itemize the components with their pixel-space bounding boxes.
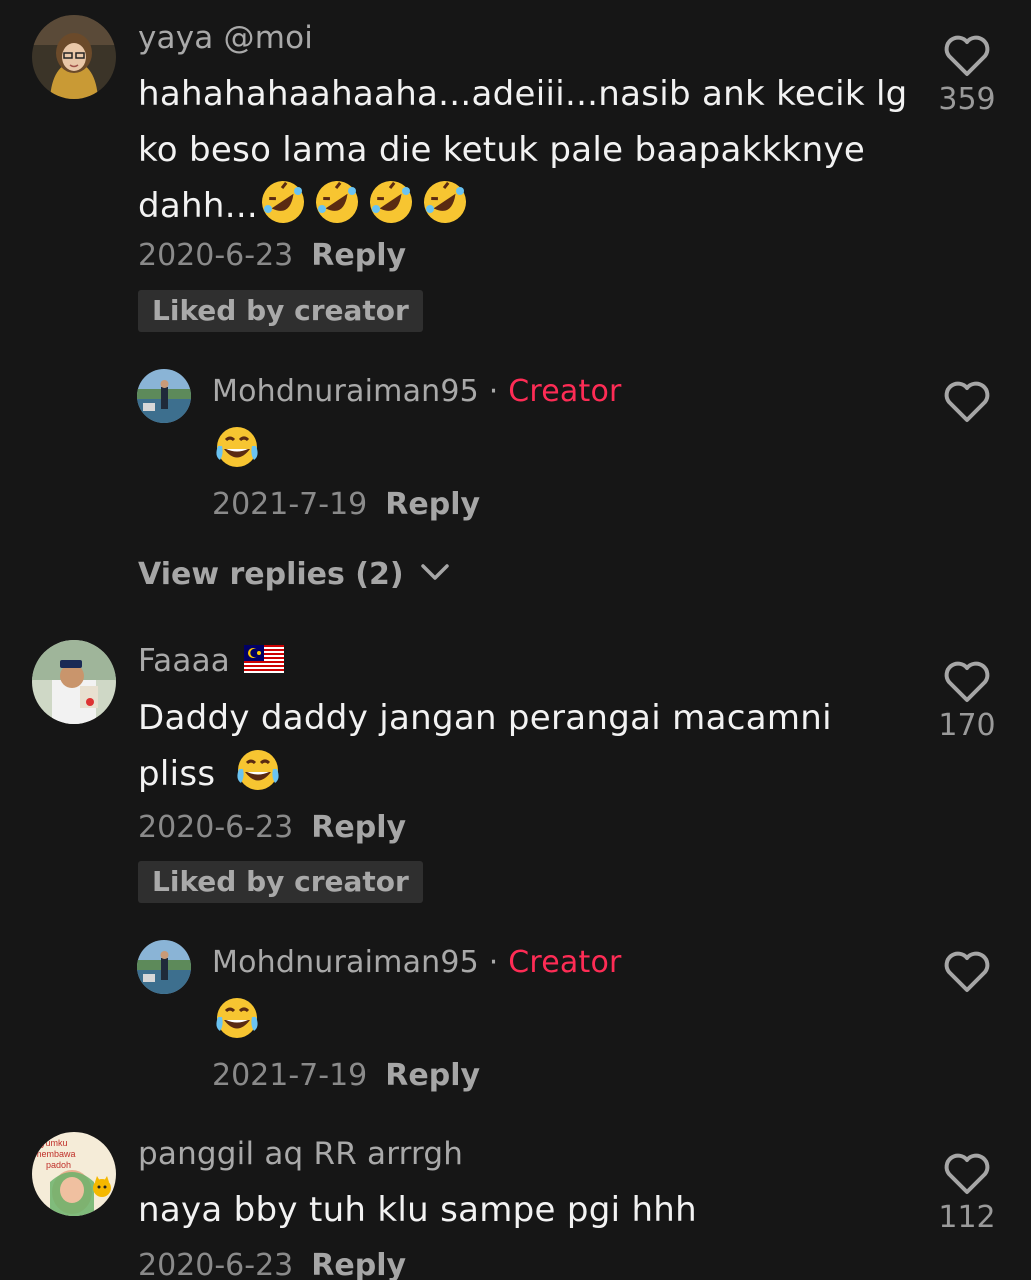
- reply-like-button[interactable]: [932, 380, 1002, 424]
- view-replies-button[interactable]: View replies (2): [138, 557, 450, 592]
- rolling-on-floor-laughing-emoji: [366, 179, 416, 242]
- reply-button[interactable]: Reply: [311, 1248, 406, 1280]
- reply-button[interactable]: Reply: [311, 238, 406, 273]
- like-count: 112: [938, 1200, 996, 1235]
- like-button[interactable]: 170: [932, 660, 1002, 743]
- comment-username[interactable]: panggil aq RR arrrgh: [138, 1136, 463, 1172]
- comment-username: Faaaa: [138, 643, 284, 681]
- reply-header: Mohdnuraiman95 · Creator: [212, 945, 622, 980]
- comment-text: Daddy daddy jangan perangai macamni plis…: [138, 690, 832, 810]
- reply-avatar[interactable]: [137, 369, 191, 423]
- comment-date: 2020-6-23: [138, 1248, 294, 1280]
- comment-text: naya bby tuh klu sampe pgi hhh: [138, 1182, 697, 1238]
- reply-meta: 2021-7-19 Reply: [212, 1058, 480, 1093]
- tears-of-joy-emoji: [233, 747, 283, 810]
- comment-date: 2020-6-23: [138, 238, 294, 273]
- comment-meta: 2020-6-23 Reply: [138, 1248, 406, 1280]
- reply-button[interactable]: Reply: [385, 1058, 480, 1093]
- creator-badge: Creator: [508, 374, 622, 409]
- heart-icon[interactable]: [943, 950, 991, 994]
- tears-of-joy-emoji: [212, 424, 262, 474]
- separator-dot: ·: [488, 945, 499, 980]
- reply-meta: 2021-7-19 Reply: [212, 487, 480, 522]
- comment-meta: 2020-6-23 Reply: [138, 238, 406, 273]
- like-button[interactable]: 359: [932, 34, 1002, 117]
- heart-icon[interactable]: [943, 1152, 991, 1196]
- avatar[interactable]: [32, 640, 116, 724]
- reply-button[interactable]: Reply: [311, 810, 406, 845]
- creator-badge: Creator: [508, 945, 622, 980]
- comment-username-text[interactable]: Faaaa: [138, 643, 230, 679]
- avatar[interactable]: ayumku membawa padoh: [32, 1132, 116, 1216]
- comment-text: hahahahaahaaha...adeiii...nasib ank keci…: [138, 66, 908, 242]
- rolling-on-floor-laughing-emoji: [420, 179, 470, 242]
- like-button[interactable]: 112: [932, 1152, 1002, 1235]
- chevron-down-icon: [421, 564, 449, 580]
- heart-icon[interactable]: [943, 34, 991, 78]
- like-count: 170: [938, 708, 996, 743]
- comment-meta: 2020-6-23 Reply: [138, 810, 406, 845]
- separator-dot: ·: [488, 374, 499, 409]
- reply-button[interactable]: Reply: [385, 487, 480, 522]
- comment-text-line: naya bby tuh klu sampe pgi hhh: [138, 1190, 698, 1230]
- avatar-caption: ayumku: [36, 1138, 68, 1148]
- comments-panel: yaya @moi hahahahaahaaha...adeiii...nasi…: [0, 0, 1031, 1280]
- reply-date: 2021-7-19: [212, 1058, 368, 1093]
- tears-of-joy-emoji: [212, 995, 262, 1045]
- reply-avatar[interactable]: [137, 940, 191, 994]
- reply-header: Mohdnuraiman95 · Creator: [212, 374, 622, 409]
- comment-text-line-end: pliss: [138, 754, 216, 794]
- comment-date: 2020-6-23: [138, 810, 294, 845]
- reply-username[interactable]: Mohdnuraiman95: [212, 945, 479, 980]
- comment-text-line: dahh...: [138, 178, 908, 242]
- reply-date: 2021-7-19: [212, 487, 368, 522]
- view-replies-label: View replies (2): [138, 557, 404, 592]
- comment-text-line: pliss: [138, 746, 832, 810]
- comment-text-line: Daddy daddy jangan perangai macamni: [138, 698, 832, 738]
- like-count: 359: [938, 82, 996, 117]
- heart-icon[interactable]: [943, 380, 991, 424]
- liked-by-creator-badge: Liked by creator: [138, 861, 423, 903]
- avatar-caption: padoh: [46, 1160, 71, 1170]
- liked-by-creator-badge: Liked by creator: [138, 290, 423, 332]
- rolling-on-floor-laughing-emoji: [312, 179, 362, 242]
- heart-icon[interactable]: [943, 660, 991, 704]
- rolling-on-floor-laughing-emoji: [258, 179, 308, 242]
- avatar[interactable]: [32, 15, 116, 99]
- reply-username[interactable]: Mohdnuraiman95: [212, 374, 479, 409]
- reply-like-button[interactable]: [932, 950, 1002, 994]
- comment-text-line: hahahahaahaaha...adeiii...nasib ank keci…: [138, 74, 908, 114]
- comment-username[interactable]: yaya @moi: [138, 20, 313, 56]
- comment-text-line-end: dahh...: [138, 186, 259, 226]
- avatar-caption: membawa: [34, 1149, 76, 1159]
- malaysia-flag-icon: [243, 645, 284, 681]
- comment-text-line: ko beso lama die ketuk pale baapakkknye: [138, 130, 866, 170]
